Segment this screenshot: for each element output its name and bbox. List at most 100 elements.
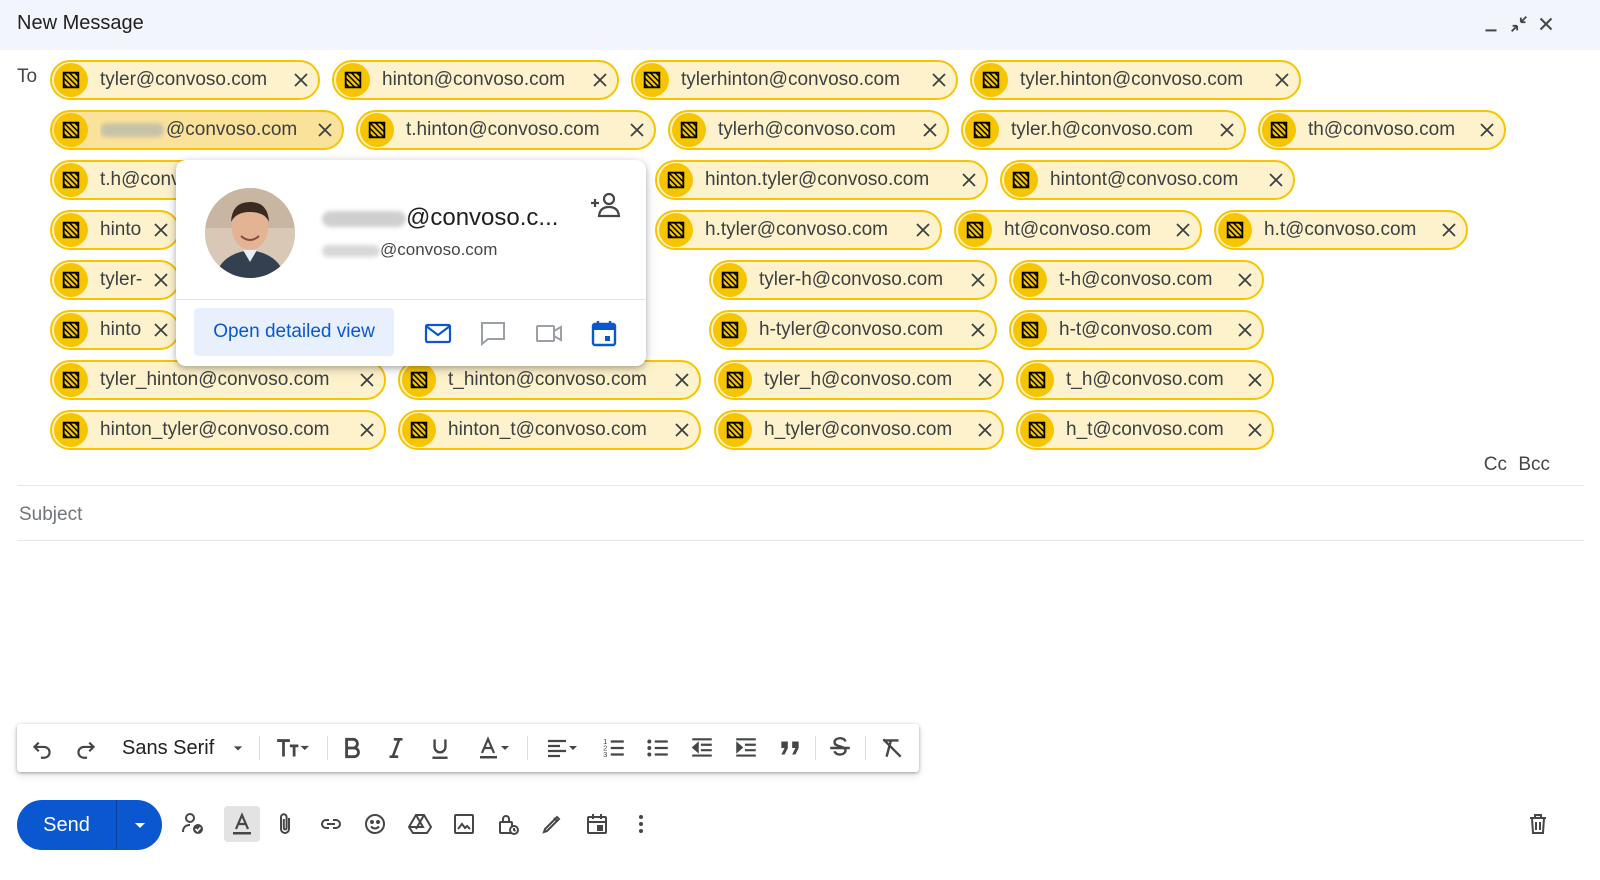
recipient-chip[interactable]: t-h@convoso.com <box>1009 260 1264 300</box>
remove-recipient-icon[interactable] <box>1216 119 1238 141</box>
strikethrough-icon[interactable] <box>825 734 855 762</box>
insert-link-icon[interactable] <box>313 806 349 842</box>
recipient-chip[interactable]: t.hinton@convoso.com <box>356 110 656 150</box>
remove-recipient-icon[interactable] <box>1265 169 1287 191</box>
google-drive-icon[interactable] <box>402 806 438 842</box>
more-options-icon[interactable] <box>623 806 659 842</box>
underline-icon[interactable] <box>425 734 455 762</box>
recipient-chip[interactable]: h-tyler@convoso.com <box>709 310 997 350</box>
recipient-chip[interactable]: hinton@convoso.com <box>332 60 619 100</box>
remove-recipient-icon[interactable] <box>356 369 378 391</box>
discard-draft-icon[interactable] <box>1520 806 1556 842</box>
text-color-icon[interactable] <box>469 734 519 762</box>
subject-input[interactable] <box>17 500 1584 530</box>
signature-icon[interactable] <box>534 806 570 842</box>
recipient-chip[interactable]: h_tyler@convoso.com <box>714 410 1004 450</box>
recipient-chip[interactable]: h.t@convoso.com <box>1214 210 1468 250</box>
remove-recipient-icon[interactable] <box>974 369 996 391</box>
minimize-icon[interactable] <box>1480 13 1502 35</box>
remove-recipient-icon[interactable] <box>928 69 950 91</box>
confidential-mode-icon[interactable] <box>490 806 526 842</box>
redo-icon[interactable] <box>71 734 101 762</box>
recipient-chip[interactable]: h_t@convoso.com <box>1016 410 1274 450</box>
recipient-chip[interactable]: h-t@convoso.com <box>1009 310 1264 350</box>
close-icon[interactable] <box>1535 13 1557 35</box>
calendar-icon[interactable] <box>588 317 620 349</box>
recipient-chip[interactable]: tyler.hinton@convoso.com <box>970 60 1301 100</box>
recipient-chip[interactable]: t_hinton@convoso.com <box>398 360 701 400</box>
attach-file-icon[interactable] <box>268 806 304 842</box>
numbered-list-icon[interactable]: 123 <box>599 734 629 762</box>
open-detailed-view-button[interactable]: Open detailed view <box>194 308 394 356</box>
send-button[interactable]: Send <box>17 800 116 850</box>
remove-recipient-icon[interactable] <box>967 269 989 291</box>
recipient-chip[interactable]: @convoso.com <box>50 110 344 150</box>
remove-recipient-icon[interactable] <box>1244 369 1266 391</box>
remove-recipient-icon[interactable] <box>671 419 693 441</box>
align-icon[interactable] <box>537 734 587 762</box>
remove-recipient-icon[interactable] <box>356 419 378 441</box>
emoji-icon[interactable] <box>357 806 393 842</box>
remove-recipient-icon[interactable] <box>150 219 172 241</box>
remove-formatting-icon[interactable] <box>877 734 907 762</box>
font-family-select[interactable]: Sans Serif <box>122 734 252 762</box>
recipient-verify-icon[interactable] <box>175 806 211 842</box>
remove-recipient-icon[interactable] <box>1244 419 1266 441</box>
recipient-chip[interactable]: hinton-ty <box>50 310 180 350</box>
remove-recipient-icon[interactable] <box>912 219 934 241</box>
cc-link[interactable]: Cc <box>1484 454 1507 475</box>
send-options-button[interactable] <box>117 800 162 850</box>
insert-photo-icon[interactable] <box>446 806 482 842</box>
recipient-chip[interactable]: tyler@convoso.com <box>50 60 320 100</box>
font-size-icon[interactable] <box>267 734 317 762</box>
formatting-options-icon[interactable] <box>224 806 260 842</box>
remove-recipient-icon[interactable] <box>150 269 172 291</box>
indent-less-icon[interactable] <box>687 734 717 762</box>
video-call-icon[interactable] <box>533 317 565 349</box>
recipient-chip[interactable]: tyler-hint <box>50 260 180 300</box>
indent-more-icon[interactable] <box>731 734 761 762</box>
remove-recipient-icon[interactable] <box>919 119 941 141</box>
remove-recipient-icon[interactable] <box>626 119 648 141</box>
recipient-chip[interactable]: hinton.tyler@convoso.com <box>655 160 988 200</box>
remove-recipient-icon[interactable] <box>290 69 312 91</box>
recipient-chip[interactable]: tyler.h@convoso.com <box>961 110 1246 150</box>
remove-recipient-icon[interactable] <box>958 169 980 191</box>
bulleted-list-icon[interactable] <box>643 734 673 762</box>
remove-recipient-icon[interactable] <box>314 119 336 141</box>
recipient-chip[interactable]: t_h@convoso.com <box>1016 360 1274 400</box>
remove-recipient-icon[interactable] <box>1234 319 1256 341</box>
remove-recipient-icon[interactable] <box>1234 269 1256 291</box>
remove-recipient-icon[interactable] <box>1438 219 1460 241</box>
remove-recipient-icon[interactable] <box>1476 119 1498 141</box>
schedule-calendar-icon[interactable] <box>579 806 615 842</box>
remove-recipient-icon[interactable] <box>967 319 989 341</box>
recipient-chip[interactable]: tyler-h@convoso.com <box>709 260 997 300</box>
recipient-chip[interactable]: tylerhinton@convoso.com <box>631 60 958 100</box>
recipient-chip[interactable]: tyler_hinton@convoso.com <box>50 360 386 400</box>
recipient-chip[interactable]: hintont@convoso.com <box>1000 160 1295 200</box>
remove-recipient-icon[interactable] <box>589 69 611 91</box>
bcc-link[interactable]: Bcc <box>1518 454 1550 475</box>
recipient-chip[interactable]: th@convoso.com <box>1258 110 1506 150</box>
exit-fullscreen-icon[interactable] <box>1508 13 1530 35</box>
email-icon[interactable] <box>422 317 454 349</box>
recipient-chip[interactable]: tyler_h@convoso.com <box>714 360 1004 400</box>
undo-icon[interactable] <box>27 734 57 762</box>
remove-recipient-icon[interactable] <box>671 369 693 391</box>
remove-recipient-icon[interactable] <box>974 419 996 441</box>
chat-icon[interactable] <box>477 317 509 349</box>
add-contact-icon[interactable] <box>588 190 624 220</box>
recipient-chip[interactable]: hinton_tyler@convoso.com <box>50 410 386 450</box>
recipient-chip[interactable]: ht@convoso.com <box>954 210 1202 250</box>
remove-recipient-icon[interactable] <box>1271 69 1293 91</box>
quote-icon[interactable] <box>775 734 805 762</box>
remove-recipient-icon[interactable] <box>150 319 172 341</box>
recipient-chip[interactable]: hinton_t@convoso.com <box>398 410 701 450</box>
italic-icon[interactable] <box>381 734 411 762</box>
remove-recipient-icon[interactable] <box>1172 219 1194 241</box>
bold-icon[interactable] <box>337 734 367 762</box>
recipient-chip[interactable]: hinton.t <box>50 210 180 250</box>
recipient-chip[interactable]: tylerh@convoso.com <box>668 110 949 150</box>
recipient-chip[interactable]: h.tyler@convoso.com <box>655 210 942 250</box>
